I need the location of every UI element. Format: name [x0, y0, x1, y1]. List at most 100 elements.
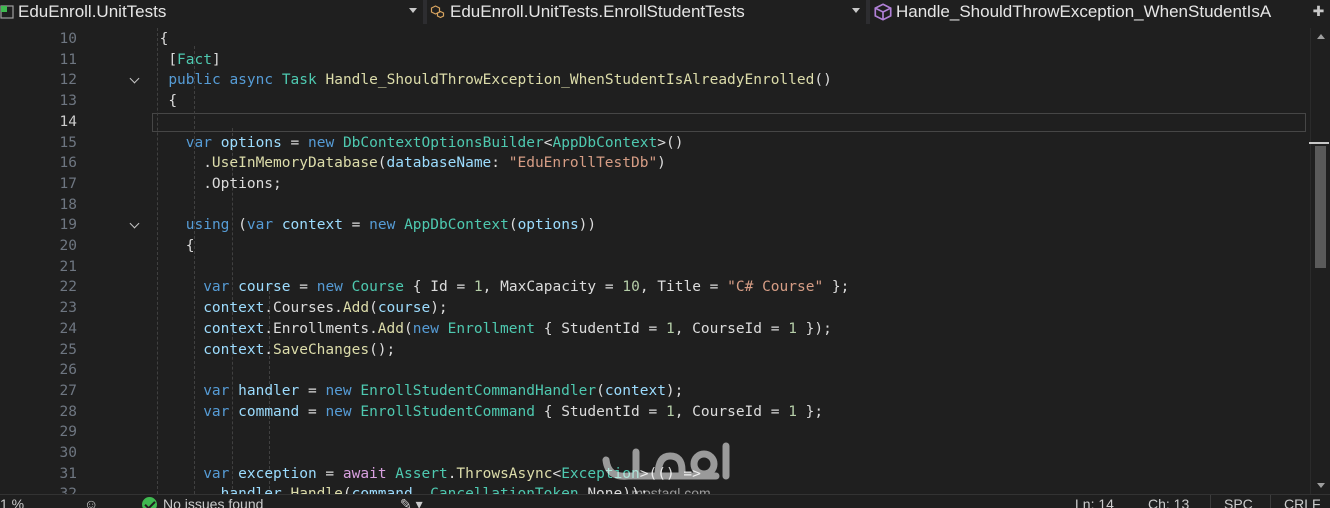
- code-token: handler: [221, 486, 282, 494]
- line-number: 30: [59, 445, 77, 461]
- code-token: Assert: [395, 465, 448, 482]
- code-token: >(): [657, 134, 684, 151]
- code-token: Title: [657, 279, 701, 296]
- code-token: Options: [211, 175, 274, 192]
- code-token: Id: [430, 279, 448, 296]
- code-token: ,: [674, 320, 693, 337]
- code-line[interactable]: using (var context = new AppDbContext(op…: [186, 215, 596, 236]
- code-token: async: [229, 72, 274, 89]
- project-dropdown[interactable]: EduEnroll.UnitTests: [0, 0, 423, 24]
- code-token: CancellationToken: [430, 486, 578, 494]
- copilot-icon[interactable]: ☺: [84, 497, 98, 508]
- code-line[interactable]: {: [160, 29, 169, 50]
- issues-indicator[interactable]: No issues found: [142, 497, 263, 508]
- code-token: Task: [281, 72, 317, 89]
- line-number: 11: [59, 51, 77, 68]
- code-token: EnrollStudentCommand: [360, 403, 535, 420]
- code-token: .: [264, 320, 274, 337]
- line-number-gutter: 10 11 12 13 14 15 16 17 18 19 20 21 22 23 24 25 26 27 28 29…: [0, 28, 150, 494]
- code-token: StudentId: [561, 403, 640, 420]
- code-token: (: [377, 155, 387, 172]
- separator: [1210, 495, 1211, 508]
- code-token: ): [657, 155, 666, 172]
- line-number: 27: [59, 382, 77, 399]
- line-number: 23: [59, 300, 77, 317]
- code-token: (: [404, 320, 413, 337]
- class-dropdown[interactable]: EduEnroll.UnitTests.EnrollStudentTests: [429, 0, 866, 24]
- code-token: <: [552, 465, 562, 482]
- line-number: 17: [59, 175, 77, 192]
- code-token: .: [264, 300, 274, 317]
- code-line[interactable]: {: [186, 236, 195, 257]
- code-line[interactable]: .Options;: [203, 174, 282, 195]
- code-token: =: [290, 279, 317, 296]
- code-token: command: [352, 486, 413, 494]
- navigation-bar: EduEnroll.UnitTests EduEnroll.UnitTests.…: [0, 0, 1330, 24]
- scroll-thumb[interactable]: [1315, 146, 1326, 268]
- chevron-down-icon[interactable]: [130, 75, 140, 85]
- line-number: 16: [59, 155, 77, 172]
- code-token: {: [534, 403, 562, 420]
- code-token: Enrollment: [447, 320, 535, 337]
- code-line[interactable]: public async Task Handle_ShouldThrowExce…: [168, 70, 832, 91]
- code-token: =: [700, 279, 728, 296]
- column-indicator[interactable]: Ch: 13: [1148, 497, 1189, 508]
- separator: [423, 0, 427, 24]
- code-token: ;: [273, 175, 282, 192]
- chevron-down-icon: [409, 8, 417, 13]
- code-token: =: [281, 134, 308, 151]
- zoom-level[interactable]: 1 %: [0, 497, 24, 508]
- chevron-down-icon[interactable]: [130, 220, 140, 230]
- code-token: Handle_ShouldThrowException_WhenStudentI…: [325, 72, 815, 89]
- code-line[interactable]: {: [168, 91, 177, 112]
- code-token: var: [185, 134, 212, 151]
- status-bar: 1 % ☺ No issues found ✎ ▾ Ln: 14 Ch: 13 …: [0, 494, 1330, 508]
- line-ending-indicator[interactable]: CRLF: [1284, 497, 1321, 508]
- code-token: (: [508, 217, 518, 234]
- code-token: (: [343, 486, 352, 494]
- code-line[interactable]: context.SaveChanges();: [203, 340, 395, 361]
- code-line[interactable]: context.Courses.Add(course);: [203, 298, 447, 319]
- code-token: );: [430, 300, 448, 317]
- line-indicator[interactable]: Ln: 14: [1075, 497, 1114, 508]
- line-number: 20: [59, 238, 77, 254]
- code-token: SaveChanges: [273, 341, 370, 358]
- code-token: new: [308, 134, 335, 151]
- code-token: ,: [482, 279, 501, 296]
- vertical-scrollbar[interactable]: [1309, 28, 1330, 494]
- code-line[interactable]: [Fact]: [168, 50, 220, 71]
- code-token: :: [491, 155, 509, 172]
- code-line[interactable]: context.Enrollments.Add(new Enrollment {…: [203, 319, 832, 340]
- code-line[interactable]: var handler = new EnrollStudentCommandHa…: [203, 381, 683, 402]
- code-token: (: [369, 300, 378, 317]
- code-token: ]: [211, 51, 221, 68]
- member-dropdown[interactable]: Handle_ShouldThrowException_WhenStudentI…: [874, 0, 1307, 24]
- line-number: 10: [59, 31, 77, 47]
- code-token: context: [281, 217, 343, 234]
- class-icon: [430, 5, 445, 19]
- code-token: new: [369, 217, 396, 234]
- code-token: (: [229, 217, 247, 234]
- code-token: .: [203, 175, 212, 192]
- code-token: {: [404, 279, 431, 296]
- brush-icon[interactable]: ✎ ▾: [400, 497, 423, 508]
- whitespace-indicator[interactable]: SPC: [1224, 497, 1253, 508]
- code-token: using: [185, 217, 230, 234]
- code-line[interactable]: var course = new Course { Id = 1, MaxCap…: [203, 277, 849, 298]
- code-token: command: [238, 403, 300, 420]
- code-line[interactable]: .UseInMemoryDatabase(databaseName: "EduE…: [203, 153, 666, 174]
- code-line[interactable]: var options = new DbContextOptionsBuilde…: [186, 133, 684, 154]
- code-token: =: [596, 279, 623, 296]
- scroll-up-icon[interactable]: [1317, 34, 1325, 39]
- code-token: context: [604, 382, 666, 399]
- scroll-down-icon[interactable]: [1317, 483, 1325, 488]
- code-token: var: [203, 382, 230, 399]
- code-token: exception: [238, 465, 317, 482]
- code-line[interactable]: handler. Handle(command, CancellationToke…: [221, 484, 649, 494]
- split-editor-button[interactable]: ✚: [1307, 0, 1330, 24]
